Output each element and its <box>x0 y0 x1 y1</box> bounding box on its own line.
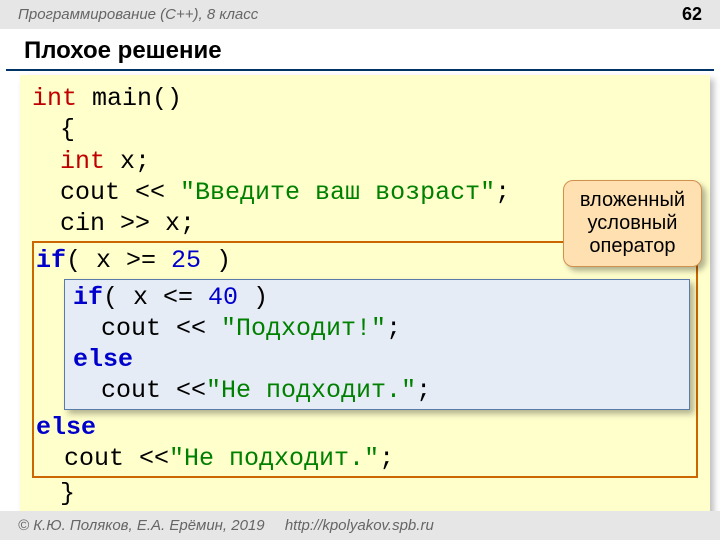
course-title: Программирование (C++), 8 класс <box>18 6 258 23</box>
code-line: { <box>32 114 698 145</box>
footer-link[interactable]: http://kpolyakov.spb.ru <box>285 517 434 534</box>
callout-line: условный <box>580 212 685 235</box>
code-line: } <box>32 478 698 509</box>
code-line: if( x <= 40 ) <box>73 282 683 313</box>
slide-title: Плохое решение <box>6 29 714 71</box>
code-line: cout <<"Не подходит."; <box>36 443 690 474</box>
page-number: 62 <box>682 4 702 25</box>
callout-box: вложенный условный оператор <box>563 180 702 267</box>
code-line: int x; <box>32 146 698 177</box>
callout-line: оператор <box>580 235 685 258</box>
code-line: else <box>36 412 690 443</box>
header-bar: Программирование (C++), 8 класс 62 <box>0 0 720 29</box>
outer-if-block: if( x >= 25 ) if( x <= 40 ) cout << "Под… <box>32 241 698 478</box>
footer-bar: © К.Ю. Поляков, Е.А. Ерёмин, 2019 http:/… <box>0 511 720 540</box>
code-line: cout << "Подходит!"; <box>73 313 683 344</box>
code-block: int main() { int x; cout << "Введите ваш… <box>20 75 710 517</box>
copyright-text: © К.Ю. Поляков, Е.А. Ерёмин, 2019 <box>18 517 265 534</box>
inner-if-block: if( x <= 40 ) cout << "Подходит!"; else … <box>64 279 690 410</box>
code-line: int main() <box>32 83 698 114</box>
callout-line: вложенный <box>580 189 685 212</box>
code-line: cout <<"Не подходит."; <box>73 375 683 406</box>
code-line: else <box>73 344 683 375</box>
